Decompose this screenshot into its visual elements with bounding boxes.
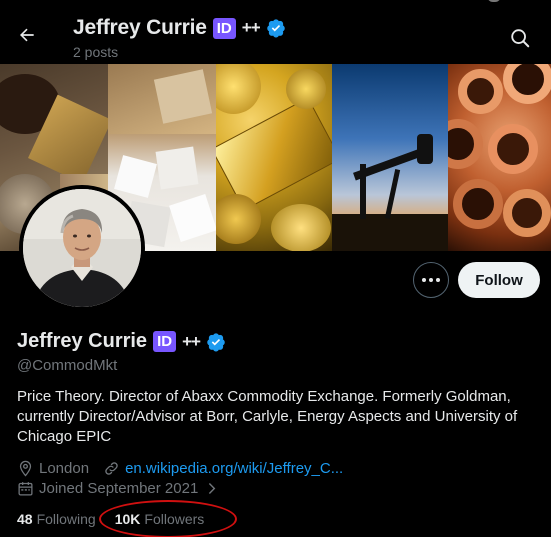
account-avatar-peek [487, 0, 501, 2]
followers-label: Followers [144, 511, 205, 527]
banner-oil-pump-image [332, 64, 448, 251]
banner-gold-image [216, 64, 332, 251]
profile-name: Jeffrey Currie [17, 330, 148, 352]
followers-count: 10K [114, 511, 141, 527]
profile-name-row: Jeffrey Currie ID ++ [17, 330, 226, 353]
calendar-icon [18, 482, 33, 496]
verified-badge-icon [266, 19, 285, 38]
following-count: 48 [17, 511, 33, 527]
header-title: Jeffrey Currie [73, 16, 207, 39]
follow-stats: 48 Following 10K Followers [17, 511, 204, 527]
back-button[interactable] [12, 20, 42, 50]
verified-badge-icon[interactable] [206, 332, 226, 352]
follow-button[interactable]: Follow [458, 262, 540, 298]
banner-copper-pipes-image [448, 64, 551, 251]
id-badge: ID [153, 331, 177, 352]
following-link[interactable]: 48 Following [17, 511, 96, 527]
following-label: Following [36, 511, 96, 527]
search-icon[interactable] [509, 27, 531, 49]
profile-handle: @CommodMkt [17, 357, 118, 374]
followers-link[interactable]: 10K Followers [115, 511, 205, 527]
more-options-button[interactable] [413, 262, 449, 298]
website-link[interactable]: en.wikipedia.org/wiki/Jeffrey_C... [125, 460, 343, 477]
avatar[interactable] [19, 185, 145, 311]
arrow-left-icon [20, 28, 34, 42]
header-title-row: Jeffrey Currie ID ++ [73, 16, 286, 40]
joined[interactable]: Joined September 2021 [17, 480, 220, 497]
id-badge: ID [212, 17, 236, 39]
joined-row: Joined September 2021 [17, 480, 220, 497]
chevron-right-icon [209, 483, 216, 494]
link-icon [105, 462, 118, 475]
location-pin-icon [19, 460, 32, 477]
joined-text: Joined September 2021 [39, 480, 199, 497]
avatar-portrait [23, 189, 141, 307]
plus-badge: ++ [241, 18, 261, 37]
post-count: 2 posts [73, 44, 119, 60]
plus-badge: ++ [182, 331, 201, 351]
website: en.wikipedia.org/wiki/Jeffrey_C... [103, 460, 343, 477]
location-text: London [39, 460, 90, 477]
profile-meta-row: London en.wikipedia.org/wiki/Jeffrey_C..… [17, 460, 343, 477]
top-bar: Jeffrey Currie ID ++ 2 posts [0, 0, 551, 64]
profile-bio: Price Theory. Director of Abaxx Commodit… [17, 388, 518, 445]
more-dots-icon [422, 278, 440, 282]
location: London [17, 460, 89, 477]
